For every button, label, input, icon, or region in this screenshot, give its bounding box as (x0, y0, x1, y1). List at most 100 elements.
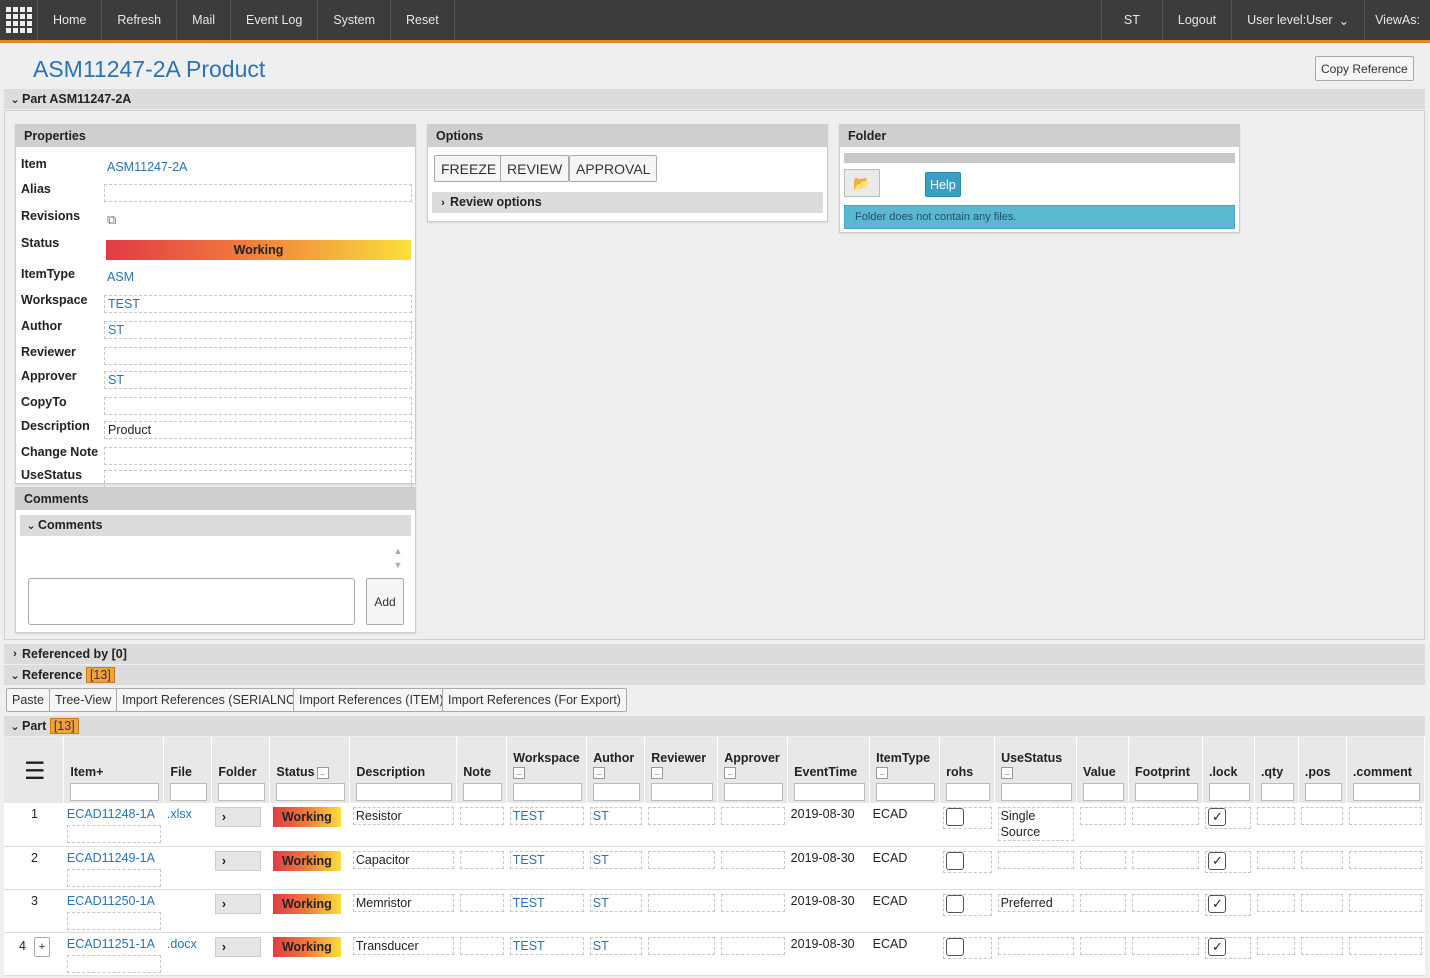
pos-field[interactable] (1301, 807, 1344, 825)
item-alias-field[interactable] (66, 868, 161, 887)
description-field[interactable]: Transducer (352, 936, 454, 955)
lock-checkbox[interactable]: ✓ (1208, 894, 1227, 913)
paste-button[interactable]: Paste (6, 688, 50, 712)
author-field[interactable]: ST (589, 893, 642, 912)
approver-field[interactable] (720, 893, 785, 912)
pos-field[interactable] (1301, 893, 1344, 912)
rohs-checkbox[interactable] (945, 894, 964, 913)
footprint-field[interactable] (1131, 807, 1200, 825)
column-header[interactable]: Folder (211, 737, 271, 803)
filter-toggle[interactable]: _ (316, 766, 329, 779)
column-header[interactable]: Reviewer _ (644, 737, 719, 803)
comments-subheader[interactable]: ⌄ Comments (20, 515, 411, 536)
description-field[interactable]: Capacitor (352, 850, 454, 869)
copy-reference-button[interactable]: Copy Reference (1315, 56, 1414, 81)
column-header[interactable]: Description (349, 737, 458, 803)
column-filter-input[interactable] (1304, 783, 1342, 801)
note-field[interactable] (459, 936, 504, 955)
use-status-field[interactable]: Preferred (997, 893, 1074, 912)
table-row[interactable]: 4 + ECAD11251-1A .docx › Working Transducer TES… (4, 932, 1425, 976)
reviewer-field[interactable] (647, 893, 715, 912)
workspace-field[interactable]: TEST (509, 936, 584, 955)
approver-field[interactable] (720, 850, 785, 869)
footprint-field[interactable] (1131, 893, 1200, 912)
filter-toggle[interactable]: _ (651, 766, 664, 779)
pos-field[interactable] (1301, 850, 1344, 869)
expand-row-button[interactable]: + (33, 936, 50, 957)
approver-field[interactable] (720, 807, 785, 825)
reference-header[interactable]: ⌄ Reference [13] (4, 665, 1425, 685)
description-field[interactable]: Resistor (352, 807, 454, 825)
nav-user[interactable]: ST (1100, 0, 1162, 40)
filter-toggle[interactable]: _ (1001, 766, 1014, 779)
qty-field[interactable] (1257, 850, 1296, 869)
column-filter-input[interactable] (876, 783, 936, 801)
item-alias-field[interactable] (66, 911, 161, 930)
nav-refresh[interactable]: Refresh (102, 0, 178, 40)
table-row[interactable]: 3 ECAD11250-1A › Working Memristor TEST ST 2019… (4, 889, 1425, 933)
column-filter-input[interactable] (1001, 783, 1073, 801)
item-alias-field[interactable] (66, 954, 161, 973)
file-link[interactable]: .docx (167, 937, 197, 951)
item-link[interactable]: ECAD11250-1A (67, 894, 155, 908)
reviewer-field[interactable] (647, 850, 715, 869)
import-item-button[interactable]: Import References (ITEM) (293, 688, 450, 712)
nav-home[interactable]: Home (38, 0, 103, 40)
use-status-field[interactable]: Single Source (997, 807, 1074, 841)
property-value-alias[interactable] (104, 184, 412, 202)
referenced-by-header[interactable]: › Referenced by [0] (4, 644, 1425, 664)
column-header[interactable]: Approver _ (717, 737, 789, 803)
column-filter-input[interactable] (593, 783, 641, 801)
column-filter-input[interactable] (513, 783, 583, 801)
column-header[interactable]: Footprint (1128, 737, 1203, 803)
filter-toggle[interactable]: _ (724, 766, 737, 779)
note-field[interactable] (459, 807, 504, 825)
comment-field[interactable] (1349, 936, 1422, 955)
freeze-button[interactable]: FREEZE (434, 155, 504, 182)
lock-checkbox[interactable]: ✓ (1208, 937, 1227, 956)
review-button[interactable]: REVIEW (500, 155, 570, 182)
column-filter-input[interactable] (170, 783, 208, 801)
column-filter-input[interactable] (1260, 783, 1294, 801)
help-button[interactable]: Help (925, 172, 961, 197)
column-header[interactable]: Author _ (586, 737, 646, 803)
table-row[interactable]: 2 ECAD11249-1A › Working Capacitor TEST ST 2019… (4, 846, 1425, 890)
view-as[interactable]: ViewAs: (1364, 0, 1430, 40)
rohs-checkbox[interactable] (945, 808, 964, 826)
value-field[interactable] (1079, 807, 1126, 825)
workspace-field[interactable]: TEST (509, 893, 584, 912)
property-value-usestatus[interactable] (104, 470, 412, 488)
table-row[interactable]: 1 ECAD11248-1A .xlsx › Working Resistor TEST ST… (4, 803, 1425, 847)
item-link[interactable]: ECAD11248-1A (67, 807, 155, 821)
column-menu-icon[interactable]: ☰ (4, 737, 65, 803)
approver-field[interactable] (720, 936, 785, 955)
column-filter-input[interactable] (276, 783, 346, 801)
column-filter-input[interactable] (1352, 783, 1420, 801)
rohs-checkbox[interactable] (945, 937, 964, 956)
file-link[interactable]: .xlsx (167, 807, 192, 821)
nav-reset[interactable]: Reset (391, 0, 455, 40)
filter-toggle[interactable]: _ (513, 766, 526, 779)
folder-expand-button[interactable]: › (214, 807, 261, 827)
column-header[interactable]: .pos (1298, 737, 1347, 803)
lock-checkbox[interactable]: ✓ (1208, 851, 1227, 870)
column-header[interactable]: Note (456, 737, 508, 803)
description-field[interactable]: Memristor (352, 893, 454, 912)
column-header[interactable]: rohs (939, 737, 996, 803)
filter-toggle[interactable]: _ (593, 766, 606, 779)
column-filter-input[interactable] (651, 783, 714, 801)
comments-scrollbar[interactable]: ▲ ▼ (392, 544, 404, 576)
lock-checkbox[interactable]: ✓ (1208, 808, 1227, 826)
column-filter-input[interactable] (463, 783, 503, 801)
column-header[interactable]: .comment (1346, 737, 1426, 803)
folder-expand-button[interactable]: › (214, 893, 261, 914)
nav-logout[interactable]: Logout (1161, 0, 1231, 40)
use-status-field[interactable] (997, 850, 1074, 869)
filter-toggle[interactable]: _ (876, 766, 889, 779)
column-filter-input[interactable] (1208, 783, 1250, 801)
column-filter-input[interactable] (70, 783, 160, 801)
workspace-field[interactable]: TEST (509, 850, 584, 869)
item-link[interactable]: ECAD11249-1A (67, 851, 155, 865)
apps-grid-icon[interactable] (0, 0, 38, 40)
column-filter-input[interactable] (946, 783, 991, 801)
